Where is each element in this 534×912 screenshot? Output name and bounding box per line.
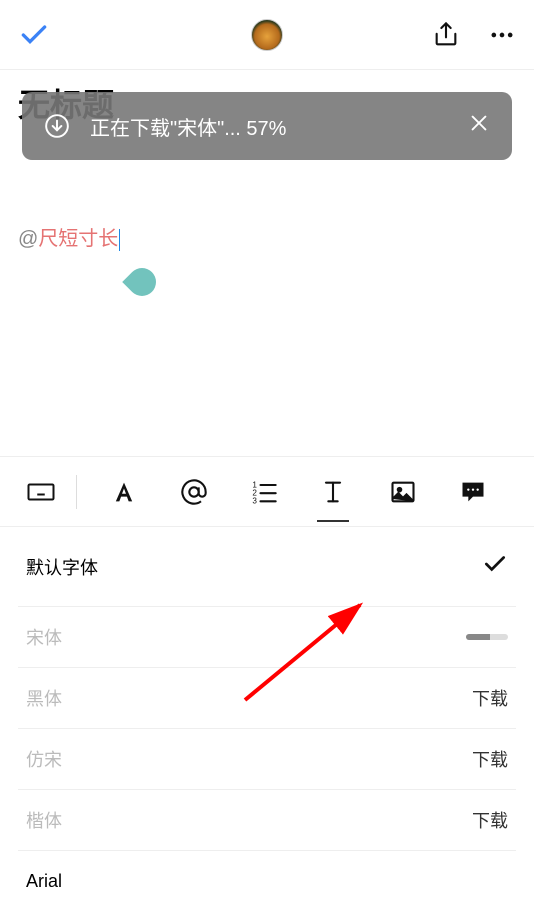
font-row-heiti[interactable]: 黑体 下载	[18, 668, 516, 729]
font-label: 黑体	[26, 685, 472, 711]
mention-line[interactable]: @尺短寸长	[18, 222, 516, 251]
font-label: Arial	[26, 871, 508, 892]
text-caret	[119, 229, 120, 251]
font-label: 楷体	[26, 807, 472, 833]
font-row-default[interactable]: 默认字体	[18, 527, 516, 607]
caret-handle[interactable]	[122, 262, 162, 302]
font-sheet: 默认字体 宋体 黑体 下载 仿宋 下载 楷体 下载 Arial	[0, 526, 534, 894]
confirm-button[interactable]	[18, 19, 50, 51]
svg-text:3: 3	[252, 496, 257, 505]
check-icon	[482, 551, 508, 582]
share-button[interactable]	[432, 21, 460, 49]
font-label: 仿宋	[26, 746, 472, 772]
mention-name: 尺短寸长	[38, 228, 118, 250]
mention-button[interactable]	[170, 478, 218, 506]
font-label: 宋体	[26, 624, 466, 650]
download-progress	[466, 634, 508, 640]
list-button[interactable]: 123	[240, 478, 288, 506]
font-row-arial[interactable]: Arial	[18, 851, 516, 912]
avatar[interactable]	[251, 19, 283, 51]
mention-at: @	[18, 228, 38, 250]
toolbar-separator	[76, 475, 77, 509]
download-action[interactable]: 下载	[472, 807, 508, 833]
download-icon	[44, 113, 70, 139]
font-row-fangsong[interactable]: 仿宋 下载	[18, 729, 516, 790]
editor-area[interactable]: 无标题 正在下载"宋体"... 57% @尺短寸长	[0, 70, 534, 255]
font-row-kaiti[interactable]: 楷体 下载	[18, 790, 516, 851]
image-button[interactable]	[379, 478, 427, 506]
keyboard-button[interactable]	[26, 477, 56, 507]
text-format-button[interactable]	[100, 478, 148, 506]
font-label: 默认字体	[26, 554, 482, 580]
download-action[interactable]: 下载	[472, 685, 508, 711]
format-toolbar: 123	[0, 456, 534, 526]
close-toast-button[interactable]	[468, 112, 490, 140]
font-row-songti[interactable]: 宋体	[18, 607, 516, 668]
more-button[interactable]	[488, 21, 516, 49]
download-action[interactable]: 下载	[472, 746, 508, 772]
top-bar	[0, 0, 534, 70]
download-toast: 正在下载"宋体"... 57%	[22, 92, 512, 160]
download-toast-text: 正在下载"宋体"... 57%	[90, 112, 286, 141]
comment-button[interactable]	[449, 478, 497, 506]
font-button[interactable]	[309, 478, 357, 506]
